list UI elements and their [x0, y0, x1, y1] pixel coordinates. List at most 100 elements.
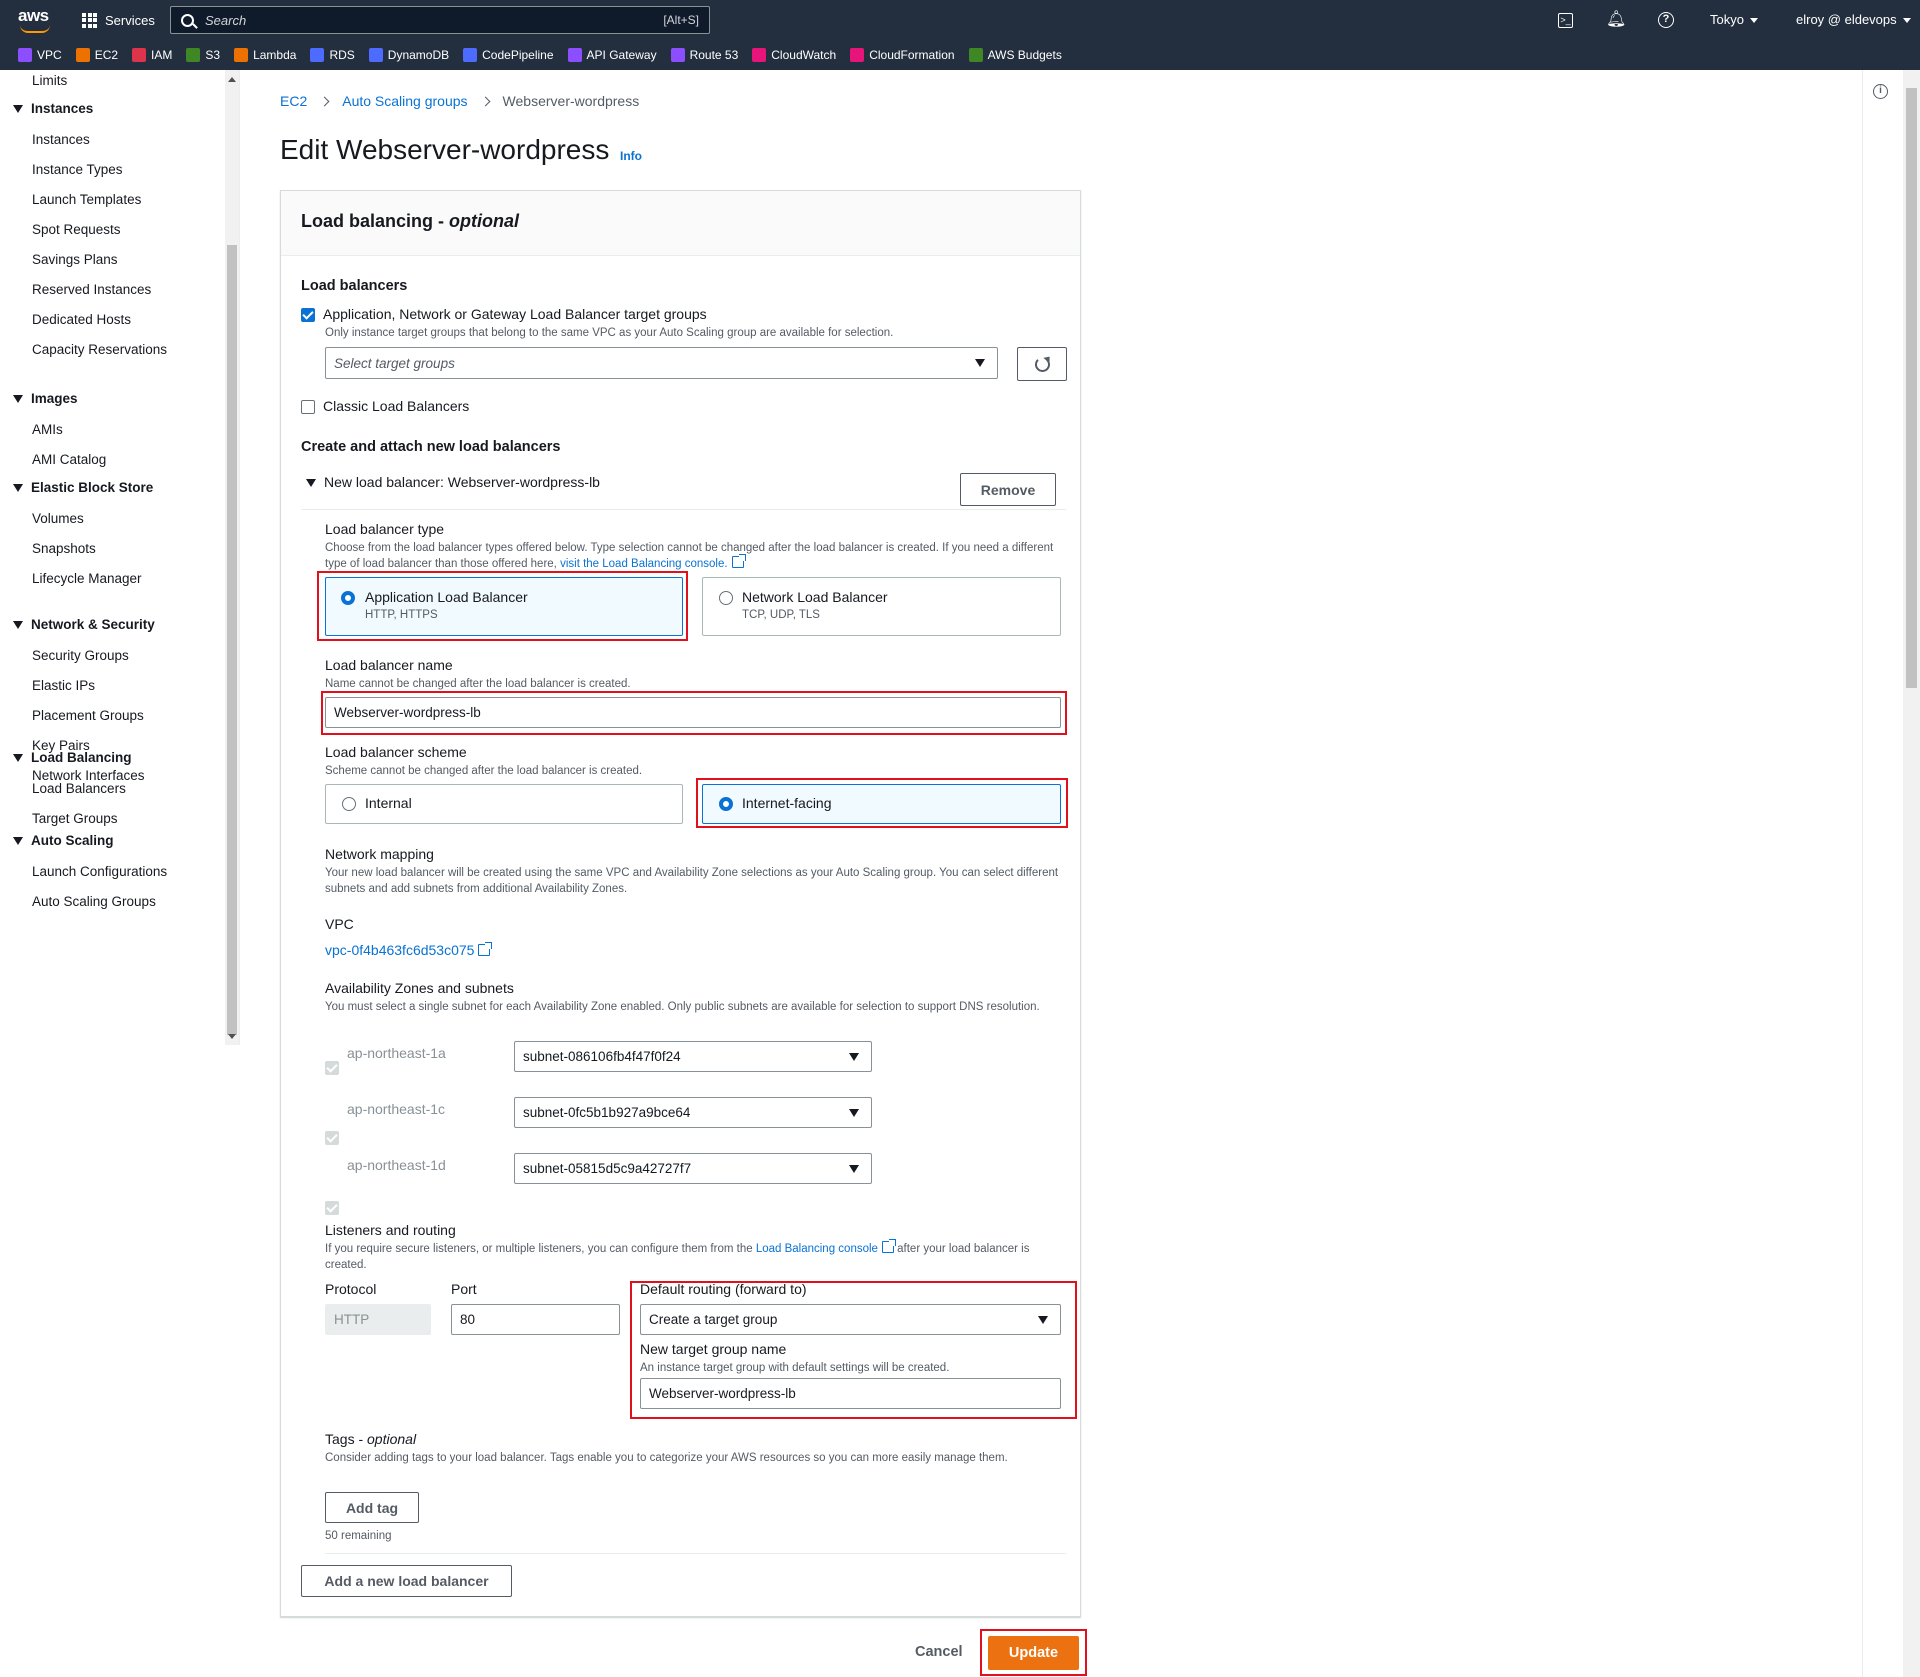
account-menu[interactable]: elroy @ eldevops: [1796, 12, 1911, 27]
services-menu-button[interactable]: Services: [82, 10, 155, 30]
classic-lb-label[interactable]: Classic Load Balancers: [323, 398, 469, 414]
cloudshell-icon[interactable]: >_: [1558, 13, 1573, 28]
refresh-button[interactable]: [1017, 347, 1067, 381]
scroll-up-icon[interactable]: [228, 77, 236, 82]
sidebar-item-load-balancers[interactable]: Load Balancers: [32, 781, 126, 796]
target-groups-checkbox[interactable]: [301, 308, 315, 322]
info-icon[interactable]: i: [1873, 84, 1888, 99]
search-box[interactable]: [Alt+S]: [170, 6, 710, 34]
help-icon[interactable]: ?: [1658, 12, 1674, 28]
bell-icon[interactable]: 🔔︎: [1606, 10, 1626, 30]
favorite-dynamodb[interactable]: DynamoDB: [368, 48, 449, 62]
subnet-select[interactable]: subnet-086106fb4f47f0f24: [514, 1041, 872, 1072]
vpc-link-text[interactable]: vpc-0f4b463fc6d53c075: [325, 942, 474, 958]
internal-radio[interactable]: [342, 797, 356, 811]
sidebar-section-elastic-block-store[interactable]: Elastic Block Store: [13, 480, 153, 495]
sidebar-item-spot-requests[interactable]: Spot Requests: [32, 222, 121, 237]
sidebar-item-launch-configurations[interactable]: Launch Configurations: [32, 864, 167, 879]
main-scrollbar[interactable]: [1903, 70, 1920, 1677]
favorite-iam[interactable]: IAM: [132, 48, 172, 62]
sidebar-item-dedicated-hosts[interactable]: Dedicated Hosts: [32, 312, 131, 327]
info-link[interactable]: Info: [620, 149, 642, 163]
breadcrumb-ec2[interactable]: EC2: [280, 93, 307, 109]
nlb-tile[interactable]: Network Load Balancer TCP, UDP, TLS: [702, 577, 1061, 636]
main-scroll-thumb[interactable]: [1906, 88, 1917, 688]
sidebar-item-placement-groups[interactable]: Placement Groups: [32, 708, 144, 723]
sidebar-item-instances[interactable]: Instances: [32, 132, 90, 147]
sidebar-scrollbar[interactable]: [225, 70, 239, 1045]
sidebar-section-network-security[interactable]: Network & Security: [13, 617, 155, 632]
refresh-icon: [1034, 356, 1050, 372]
favorite-api-gateway[interactable]: API Gateway: [567, 48, 657, 62]
lb-console-link[interactable]: visit the Load Balancing console.: [560, 558, 728, 570]
sidebar-item-auto-scaling-groups[interactable]: Auto Scaling Groups: [32, 894, 156, 909]
sidebar-item-elastic-ips[interactable]: Elastic IPs: [32, 678, 95, 693]
collapse-triangle-icon: [13, 753, 23, 762]
favorite-lambda[interactable]: Lambda: [234, 48, 296, 62]
favorite-aws-budgets[interactable]: AWS Budgets: [968, 48, 1062, 62]
subnet-select[interactable]: subnet-05815d5c9a42727f7: [514, 1153, 872, 1184]
sidebar-item-lifecycle-manager[interactable]: Lifecycle Manager: [32, 571, 142, 586]
nlb-radio[interactable]: [719, 591, 733, 605]
remove-button[interactable]: Remove: [960, 473, 1056, 506]
nlb-title: Network Load Balancer: [742, 589, 888, 605]
add-tag-button[interactable]: Add tag: [325, 1492, 419, 1523]
favorite-route-53[interactable]: Route 53: [670, 48, 738, 62]
caret-down-icon: [849, 1052, 859, 1061]
target-groups-checkbox-label[interactable]: Application, Network or Gateway Load Bal…: [323, 306, 707, 322]
aws-logo[interactable]: aws: [18, 6, 54, 34]
tags-remaining: 50 remaining: [325, 1530, 392, 1542]
sidebar-item-security-groups[interactable]: Security Groups: [32, 648, 129, 663]
favorite-label: Lambda: [253, 48, 297, 62]
grid-icon: [82, 12, 97, 28]
service-icon: [132, 48, 147, 62]
favorite-label: API Gateway: [586, 48, 657, 62]
service-icon: [75, 48, 90, 62]
network-mapping-label: Network mapping: [325, 846, 434, 862]
sidebar-item-capacity-reservations[interactable]: Capacity Reservations: [32, 342, 167, 357]
sidebar-item-savings-plans[interactable]: Savings Plans: [32, 252, 118, 267]
favorite-ec2[interactable]: EC2: [75, 48, 118, 62]
region-selector[interactable]: Tokyo: [1710, 12, 1758, 27]
sidebar-section-auto-scaling[interactable]: Auto Scaling: [13, 833, 114, 848]
sidebar-section-instances[interactable]: Instances: [13, 101, 93, 116]
sidebar-item-volumes[interactable]: Volumes: [32, 511, 84, 526]
cancel-button[interactable]: Cancel: [915, 1644, 963, 1660]
classic-lb-checkbox[interactable]: [301, 400, 315, 414]
subnet-select[interactable]: subnet-0fc5b1b927a9bce64: [514, 1097, 872, 1128]
sidebar-item-amis[interactable]: AMIs: [32, 422, 63, 437]
sidebar-item-ami-catalog[interactable]: AMI Catalog: [32, 452, 106, 467]
port-input[interactable]: 80: [451, 1304, 620, 1335]
sidebar-item-limits[interactable]: Limits: [32, 73, 67, 88]
breadcrumb-auto-scaling-groups[interactable]: Auto Scaling groups: [342, 93, 467, 109]
internal-tile[interactable]: Internal: [325, 784, 683, 824]
sidebar-item-snapshots[interactable]: Snapshots: [32, 541, 96, 556]
sidebar-section-images[interactable]: Images: [13, 391, 78, 406]
favorite-cloudformation[interactable]: CloudFormation: [850, 48, 955, 62]
sidebar-item-instance-types[interactable]: Instance Types: [32, 162, 123, 177]
favorite-codepipeline[interactable]: CodePipeline: [463, 48, 554, 62]
target-groups-select[interactable]: Select target groups: [325, 347, 998, 379]
search-input[interactable]: [205, 10, 625, 30]
sidebar-item-target-groups[interactable]: Target Groups: [32, 811, 118, 826]
sidebar-scroll-thumb[interactable]: [227, 245, 237, 1035]
network-mapping-desc: Your new load balancer will be created u…: [325, 867, 1059, 895]
sidebar-item-reserved-instances[interactable]: Reserved Instances: [32, 282, 151, 297]
sidebar-item-launch-templates[interactable]: Launch Templates: [32, 192, 141, 207]
favorite-s3[interactable]: S3: [186, 48, 220, 62]
favorite-label: S3: [205, 48, 221, 62]
scroll-down-icon[interactable]: [228, 1034, 236, 1039]
listeners-console-link[interactable]: Load Balancing console: [756, 1243, 878, 1255]
divider: [301, 509, 1066, 510]
favorite-label: VPC: [37, 48, 62, 62]
add-new-lb-button[interactable]: Add a new load balancer: [301, 1565, 512, 1597]
new-lb-expander[interactable]: New load balancer: Webserver-wordpress-l…: [324, 474, 600, 490]
favorite-rds[interactable]: RDS: [310, 48, 355, 62]
highlight-internet-facing: [696, 778, 1068, 828]
favorite-cloudwatch[interactable]: CloudWatch: [752, 48, 836, 62]
favorite-vpc[interactable]: VPC: [18, 48, 62, 62]
vpc-link[interactable]: vpc-0f4b463fc6d53c075: [325, 942, 493, 958]
listeners-label: Listeners and routing: [325, 1222, 456, 1238]
expand-triangle-icon[interactable]: [306, 479, 316, 487]
sidebar-section-load-balancing[interactable]: Load Balancing: [13, 750, 132, 765]
